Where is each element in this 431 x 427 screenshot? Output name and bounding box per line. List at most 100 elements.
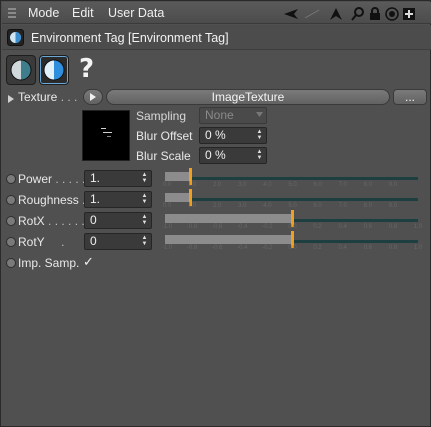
slider-tick-label: 7.0 <box>338 203 347 209</box>
roty-stepper[interactable]: ▲ ▼ <box>141 235 148 247</box>
shader-name-button[interactable]: ImageTexture <box>106 89 390 105</box>
blur-offset-label: Blur Offset <box>136 129 193 143</box>
rotx-label-dots: . . . . . . <box>44 214 85 228</box>
power-stepper[interactable]: ▲ ▼ <box>141 172 148 184</box>
attribute-manager-panel: Mode Edit User Data Environment Tag [Env… <box>0 0 431 427</box>
slider-tick-label: -1.0 <box>161 245 173 251</box>
menu-user-data[interactable]: User Data <box>108 6 164 20</box>
slider-tick-label: 0.4 <box>338 245 347 251</box>
roty-label-dots: . <box>44 235 65 249</box>
blur-offset-field[interactable]: 0 % ▲ ▼ <box>199 127 267 144</box>
slider-tick-label: -0.8 <box>186 224 198 230</box>
slider-tick-label: 0.4 <box>338 224 347 230</box>
power-label-text: Power <box>18 172 53 186</box>
basic-mode-button[interactable] <box>6 55 36 85</box>
slider-tick-label: -0.6 <box>212 245 223 251</box>
power-animate-radio[interactable] <box>6 174 16 184</box>
roty-field[interactable]: 0 ▲ ▼ <box>84 233 152 250</box>
slider-tick-label: -0.2 <box>262 224 273 230</box>
blur-offset-value: 0 % <box>205 128 226 142</box>
slider-tick-label: 4.0 <box>263 182 272 188</box>
roughness-stepper[interactable]: ▲ ▼ <box>141 193 148 205</box>
roty-animate-radio[interactable] <box>6 237 16 247</box>
panel-grip-icon[interactable] <box>8 8 16 18</box>
imp-samp-label: Imp. Samp. <box>18 256 80 270</box>
page-title: Environment Tag [Environment Tag] <box>31 31 229 45</box>
sampling-value: None <box>205 108 234 122</box>
power-field[interactable]: 1. ▲ ▼ <box>84 170 152 187</box>
help-icon[interactable]: ? <box>79 54 94 84</box>
power-value: 1. <box>90 171 101 185</box>
slider-tick-label: 6.0 <box>313 203 322 209</box>
blur-scale-value: 0 % <box>205 148 226 162</box>
roty-value: 0 <box>90 234 97 248</box>
slider-tick-label: 9.0 <box>388 182 398 188</box>
slider-tick-label: 0.2 <box>313 224 322 230</box>
menu-edit[interactable]: Edit <box>72 6 94 20</box>
rotx-value: 0 <box>90 213 97 227</box>
slider-tick-label: -1.0 <box>161 224 173 230</box>
up-arrow-icon[interactable] <box>328 6 344 21</box>
power-label-dots: . . . . . <box>52 172 86 186</box>
power-slider[interactable] <box>165 168 418 185</box>
roughness-animate-radio[interactable] <box>6 195 16 205</box>
slider-tick-label: 9.0 <box>388 203 398 209</box>
slider-tick-label: 8.0 <box>363 182 372 188</box>
expand-arrow-icon[interactable] <box>8 92 14 106</box>
roughness-value: 1. <box>90 192 101 206</box>
rotx-stepper[interactable]: ▲ ▼ <box>141 214 148 226</box>
texture-label-dots: . . . <box>57 90 78 104</box>
rotx-animate-radio[interactable] <box>6 216 16 226</box>
slider-tick-label: -0.2 <box>262 245 273 251</box>
rotx-slider[interactable] <box>165 210 418 227</box>
blur-scale-field[interactable]: 0 % ▲ ▼ <box>199 147 267 164</box>
slider-tick-label: 7.0 <box>338 182 347 188</box>
tag-mode-button[interactable] <box>39 55 69 85</box>
slider-tick-label: 0.0 <box>288 245 297 251</box>
slider-tick-label: 2.0 <box>213 182 222 188</box>
imp-samp-animate-radio[interactable] <box>6 258 16 268</box>
slider-tick-label: 0.0 <box>288 224 297 230</box>
slider-tick-label: 1.0 <box>413 245 423 251</box>
more-options-button[interactable]: ... <box>393 89 427 105</box>
slider-tick-label: 5.0 <box>288 203 297 209</box>
slider-tick-label: -0.8 <box>186 245 198 251</box>
roty-label-text: RotY <box>18 235 45 249</box>
menu-bar: Mode Edit User Data <box>2 2 431 24</box>
rotx-label: RotX . . . . . . <box>18 214 85 228</box>
environment-tag-icon <box>7 29 24 46</box>
slider-tick-label: 5.0 <box>288 182 297 188</box>
roty-slider-ticks: -1.0 -0.8 -0.6 -0.4 -0.2 0.0 0.2 0.4 0.6 0.8 1.0 <box>161 245 423 253</box>
sampling-label: Sampling <box>136 109 187 123</box>
target-icon[interactable] <box>384 6 400 21</box>
roughness-label: Roughness . <box>18 193 85 207</box>
slider-tick-label: 0.8 <box>388 224 398 230</box>
shader-menu-button[interactable] <box>83 89 103 105</box>
slider-tick-label: 2.0 <box>213 203 222 209</box>
blur-offset-stepper[interactable]: ▲ ▼ <box>256 129 263 141</box>
slider-tick-label: 1.0 <box>187 203 197 209</box>
slider-tick-label: 0.6 <box>363 245 372 251</box>
texture-label-text: Texture <box>18 90 58 104</box>
sampling-select[interactable]: None <box>199 107 267 124</box>
forward-arrow-icon[interactable] <box>304 6 320 21</box>
blur-scale-stepper[interactable]: ▲ ▼ <box>256 149 263 161</box>
back-arrow-icon[interactable] <box>283 6 299 21</box>
slider-tick-label: 1.0 <box>413 224 423 230</box>
roughness-field[interactable]: 1. ▲ ▼ <box>84 191 152 208</box>
roughness-slider[interactable] <box>165 189 418 206</box>
roty-slider[interactable] <box>165 231 418 248</box>
slider-tick-label: -0.4 <box>237 245 248 251</box>
rotx-label-text: RotX <box>18 214 45 228</box>
new-window-icon[interactable] <box>401 6 417 21</box>
lock-icon[interactable] <box>367 6 383 21</box>
slider-tick-label: 0.2 <box>313 245 322 251</box>
menu-mode[interactable]: Mode <box>28 6 59 20</box>
slider-tick-label: 3.0 <box>238 182 247 188</box>
search-icon[interactable] <box>350 6 366 21</box>
slider-tick-label: 1.0 <box>187 182 197 188</box>
object-title-row: Environment Tag [Environment Tag] <box>2 25 431 50</box>
slider-tick-label: -0.6 <box>212 224 223 230</box>
imp-samp-checkbox[interactable]: ✓ <box>83 254 94 270</box>
rotx-field[interactable]: 0 ▲ ▼ <box>84 212 152 229</box>
